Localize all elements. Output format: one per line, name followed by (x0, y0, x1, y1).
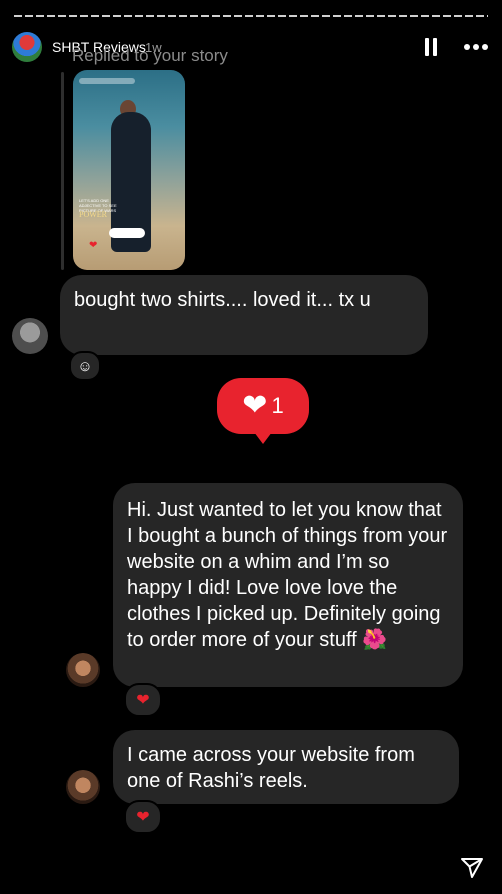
message-bubble[interactable]: Hi. Just wanted to let you know that I b… (113, 483, 463, 687)
replied-label: Replied to your story (72, 46, 228, 65)
story-progress-bar (14, 15, 488, 17)
message-bubble[interactable]: bought two shirts.... loved it... tx u (60, 275, 428, 355)
heart-icon[interactable]: ❤ (124, 800, 162, 834)
reply-indicator-line (61, 72, 64, 270)
more-icon[interactable] (464, 38, 488, 56)
sender-avatar[interactable] (12, 318, 48, 354)
user-avatar[interactable] (66, 653, 100, 687)
heart-icon[interactable]: ❤ (124, 683, 162, 717)
like-count: 1 (271, 393, 284, 418)
heart-icon: ❤ (89, 240, 98, 251)
story-thumbnail[interactable]: LET'S ADD ONE ADJECTIVE TO SEE PICTURE O… (73, 70, 185, 270)
message-bubble[interactable]: I came across your website from one of R… (113, 730, 459, 804)
thumb-sticker (109, 228, 145, 238)
add-reaction-icon[interactable]: ☺ (69, 351, 101, 381)
heart-icon: ❤ (242, 389, 268, 422)
pause-icon[interactable] (424, 38, 438, 56)
thumb-title: POWER (79, 210, 107, 219)
like-count-badge: ❤ 1 (217, 378, 309, 444)
user-avatar[interactable] (66, 770, 100, 804)
share-icon[interactable] (460, 856, 484, 880)
thumb-header (79, 78, 135, 84)
profile-avatar[interactable] (12, 32, 42, 62)
